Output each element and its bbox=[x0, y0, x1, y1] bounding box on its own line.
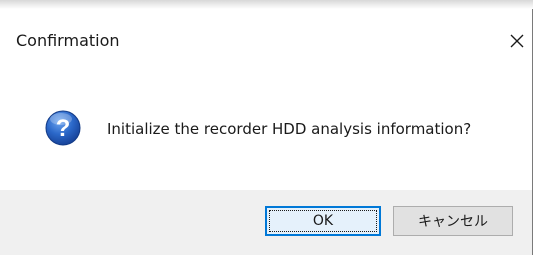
button-bar: OK キャンセル bbox=[0, 190, 533, 255]
close-icon bbox=[510, 34, 524, 48]
dialog-message: Initialize the recorder HDD analysis inf… bbox=[107, 120, 472, 138]
svg-text:?: ? bbox=[56, 115, 71, 142]
dialog-title: Confirmation bbox=[16, 31, 120, 50]
confirmation-dialog: Confirmation ? Initialize the recorder H… bbox=[0, 0, 533, 255]
ok-button[interactable]: OK bbox=[265, 206, 381, 236]
title-bar[interactable]: Confirmation bbox=[0, 9, 533, 65]
focus-rectangle bbox=[269, 210, 377, 232]
close-button[interactable] bbox=[505, 29, 529, 53]
window-shadow bbox=[0, 0, 533, 9]
cancel-button-label: キャンセル bbox=[418, 214, 488, 230]
dialog-body: ? Initialize the recorder HDD analysis i… bbox=[0, 65, 533, 190]
question-icon: ? bbox=[45, 110, 81, 146]
cancel-button[interactable]: キャンセル bbox=[393, 206, 513, 236]
